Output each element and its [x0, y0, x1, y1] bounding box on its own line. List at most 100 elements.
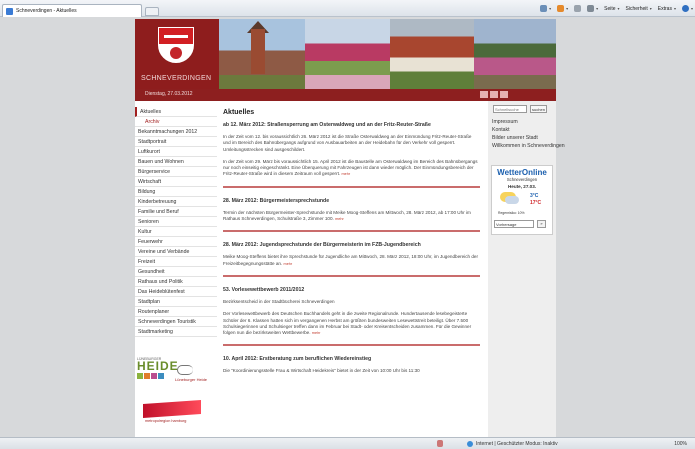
nav-item[interactable]: Luftkurort	[135, 147, 217, 157]
right-sidebar: suchen Impressum Kontakt Bilder unserer …	[488, 101, 565, 437]
print-button[interactable]: ▾	[587, 5, 598, 12]
article-paragraph: Meike Moog-Steffens bietet ihre Sprechst…	[223, 254, 480, 267]
link-impressum[interactable]: Impressum	[492, 119, 565, 127]
zone-text: Internet | Geschützter Modus: Inaktiv	[476, 441, 558, 447]
lh-logo-text: Lüneburger Heide	[175, 377, 208, 382]
current-date: Dienstag, 27.03.2012	[145, 91, 193, 97]
cloud-icon	[505, 196, 519, 204]
page-menu[interactable]: Seite ▾	[604, 6, 619, 12]
page-menu-label: Seite	[604, 5, 616, 12]
browser-statusbar: Internet | Geschützter Modus: Inaktiv 10…	[0, 437, 695, 449]
print-page-icon[interactable]	[480, 91, 488, 98]
rain-risk: Regenrisiko: 10%	[498, 211, 525, 215]
weather-city: Schneverdingen	[506, 177, 538, 182]
article-title[interactable]: ab 12. März 2012: Straßensperrung am Ost…	[223, 122, 480, 128]
metropolregion-logo[interactable]	[143, 399, 201, 419]
help-icon	[681, 5, 689, 12]
nav-item[interactable]: Stadtplan	[135, 297, 217, 307]
nav-item[interactable]: Kinderbetreuung	[135, 197, 217, 207]
weather-widget: WetterOnline Schneverdingen Heute, 27.03…	[491, 165, 553, 235]
town-hall-photo	[390, 19, 474, 89]
home-button[interactable]: ▾	[540, 5, 551, 12]
security-zone[interactable]: Internet | Geschützter Modus: Inaktiv	[467, 441, 558, 447]
search-input[interactable]	[493, 105, 527, 113]
safety-menu-label: Sicherheit	[625, 5, 648, 12]
home-icon	[540, 5, 548, 12]
header-photos	[219, 19, 556, 89]
nav-item[interactable]: Familie und Beruf	[135, 207, 217, 217]
nav-item[interactable]: Gesundheit	[135, 267, 217, 277]
article-divider	[223, 344, 480, 347]
tools-menu[interactable]: Extras ▾	[658, 6, 676, 12]
globe-icon	[467, 441, 473, 447]
article-divider	[223, 185, 480, 188]
article-title[interactable]: 53. Vorlesewettbewerb 2011/2012	[223, 287, 480, 293]
article-paragraph: Die "Koordinierungsstelle Frau & Wirtsch…	[223, 368, 480, 374]
nav-item[interactable]: Vereine und Verbände	[135, 247, 217, 257]
safety-menu[interactable]: Sicherheit ▾	[626, 6, 652, 12]
lueneburger-heide-logo[interactable]: LÜNEBURGER HEIDE Lüneburger Heide	[137, 357, 217, 397]
paragraph-text: Termin der nächsten Bürgermeister-Sprech…	[223, 209, 471, 222]
new-tab-button[interactable]	[145, 7, 159, 16]
zoom-level[interactable]: 100%	[674, 441, 687, 447]
heathland-photo	[474, 19, 556, 89]
nav-item[interactable]: Feuerwehr	[135, 237, 217, 247]
wetteronline-logo[interactable]: WetterOnline	[492, 168, 552, 177]
nav-item[interactable]: Wirtschaft	[135, 177, 217, 187]
nav-item[interactable]: Schneverdingen Touristik	[135, 317, 217, 327]
nav-item[interactable]: Bauen und Wohnen	[135, 157, 217, 167]
more-link[interactable]: mehr	[284, 262, 293, 266]
link-kontakt[interactable]: Kontakt	[492, 127, 565, 135]
page-viewport: SCHNEVERDINGEN Dienstag, 27.03.2012 Aktu…	[0, 17, 695, 437]
article-list: ab 12. März 2012: Straßensperrung am Ost…	[223, 122, 480, 375]
forecast-select[interactable]: Vorhersage	[494, 220, 534, 228]
nav-item[interactable]: Aktuelles	[135, 107, 217, 117]
nav-item[interactable]: Stadtmarketing	[135, 327, 217, 337]
nav-item[interactable]: Routenplaner	[135, 307, 217, 317]
more-link[interactable]: mehr	[341, 172, 350, 176]
tools-menu-label: Extras	[657, 5, 672, 12]
link-willkommen[interactable]: Willkommen in Schneverdingen	[492, 143, 565, 151]
nav-item[interactable]: Das Heideblütenfest	[135, 287, 217, 297]
print-icon	[587, 5, 595, 12]
paragraph-text: In der Zeit vom 29. März bis voraussicht…	[223, 158, 478, 177]
help-button[interactable]: ▾	[681, 5, 693, 12]
heath-garden-photo	[305, 19, 390, 89]
more-link[interactable]: mehr	[335, 217, 344, 221]
tab-title: Schneverdingen - Aktuelles	[16, 8, 77, 14]
nav-item[interactable]: Freizeit	[135, 257, 217, 267]
english-flag-icon[interactable]	[490, 91, 498, 98]
nav-item[interactable]: Rathaus und Politik	[135, 277, 217, 287]
popup-blocker-icon[interactable]	[437, 440, 443, 447]
temp-min: 3°C	[530, 193, 539, 199]
header-logo[interactable]: SCHNEVERDINGEN	[135, 19, 219, 89]
article-title[interactable]: 28. März 2012: Jugendsprechstunde der Bü…	[223, 242, 480, 248]
search-button[interactable]: suchen	[530, 105, 547, 113]
article-divider	[223, 230, 480, 233]
paragraph-text: In der Zeit vom 12. bis voraussichtlich …	[223, 134, 472, 152]
nav-item[interactable]: Senioren	[135, 217, 217, 227]
mail-button[interactable]	[574, 5, 582, 12]
nav-item[interactable]: Bürgerservice	[135, 167, 217, 177]
page-title: Aktuelles	[223, 109, 255, 116]
nav-item[interactable]: Kultur	[135, 227, 217, 237]
paragraph-text: Die "Koordinierungsstelle Frau & Wirtsch…	[223, 368, 420, 374]
german-flag-icon[interactable]	[500, 91, 508, 98]
feeds-button[interactable]: ▾	[557, 5, 568, 12]
nav-item[interactable]: Bildung	[135, 187, 217, 197]
link-bilder[interactable]: Bilder unserer Stadt	[492, 135, 565, 143]
article-divider	[223, 274, 480, 277]
nav-item[interactable]: Bekanntmachungen 2012	[135, 127, 217, 137]
news-article: 28. März 2012: Jugendsprechstunde der Bü…	[223, 242, 480, 267]
nav-item[interactable]: Archiv	[135, 117, 217, 127]
paragraph-text: Meike Moog-Steffens bietet ihre Sprechst…	[223, 254, 479, 266]
article-title[interactable]: 28. März 2012: Bürgermeistersprechstunde	[223, 198, 480, 204]
news-article: 28. März 2012: Bürgermeistersprechstunde…	[223, 198, 480, 223]
article-title[interactable]: 10. April 2012: Erstberatung zum berufli…	[223, 356, 480, 362]
lh-swirl-icon	[177, 365, 193, 375]
browser-tab[interactable]: Schneverdingen - Aktuelles	[2, 4, 142, 17]
nav-item[interactable]: Stadtportrait	[135, 137, 217, 147]
forecast-go-button[interactable]: »	[537, 220, 546, 228]
more-link[interactable]: mehr	[312, 331, 321, 335]
date-bar: Dienstag, 27.03.2012	[135, 89, 556, 101]
